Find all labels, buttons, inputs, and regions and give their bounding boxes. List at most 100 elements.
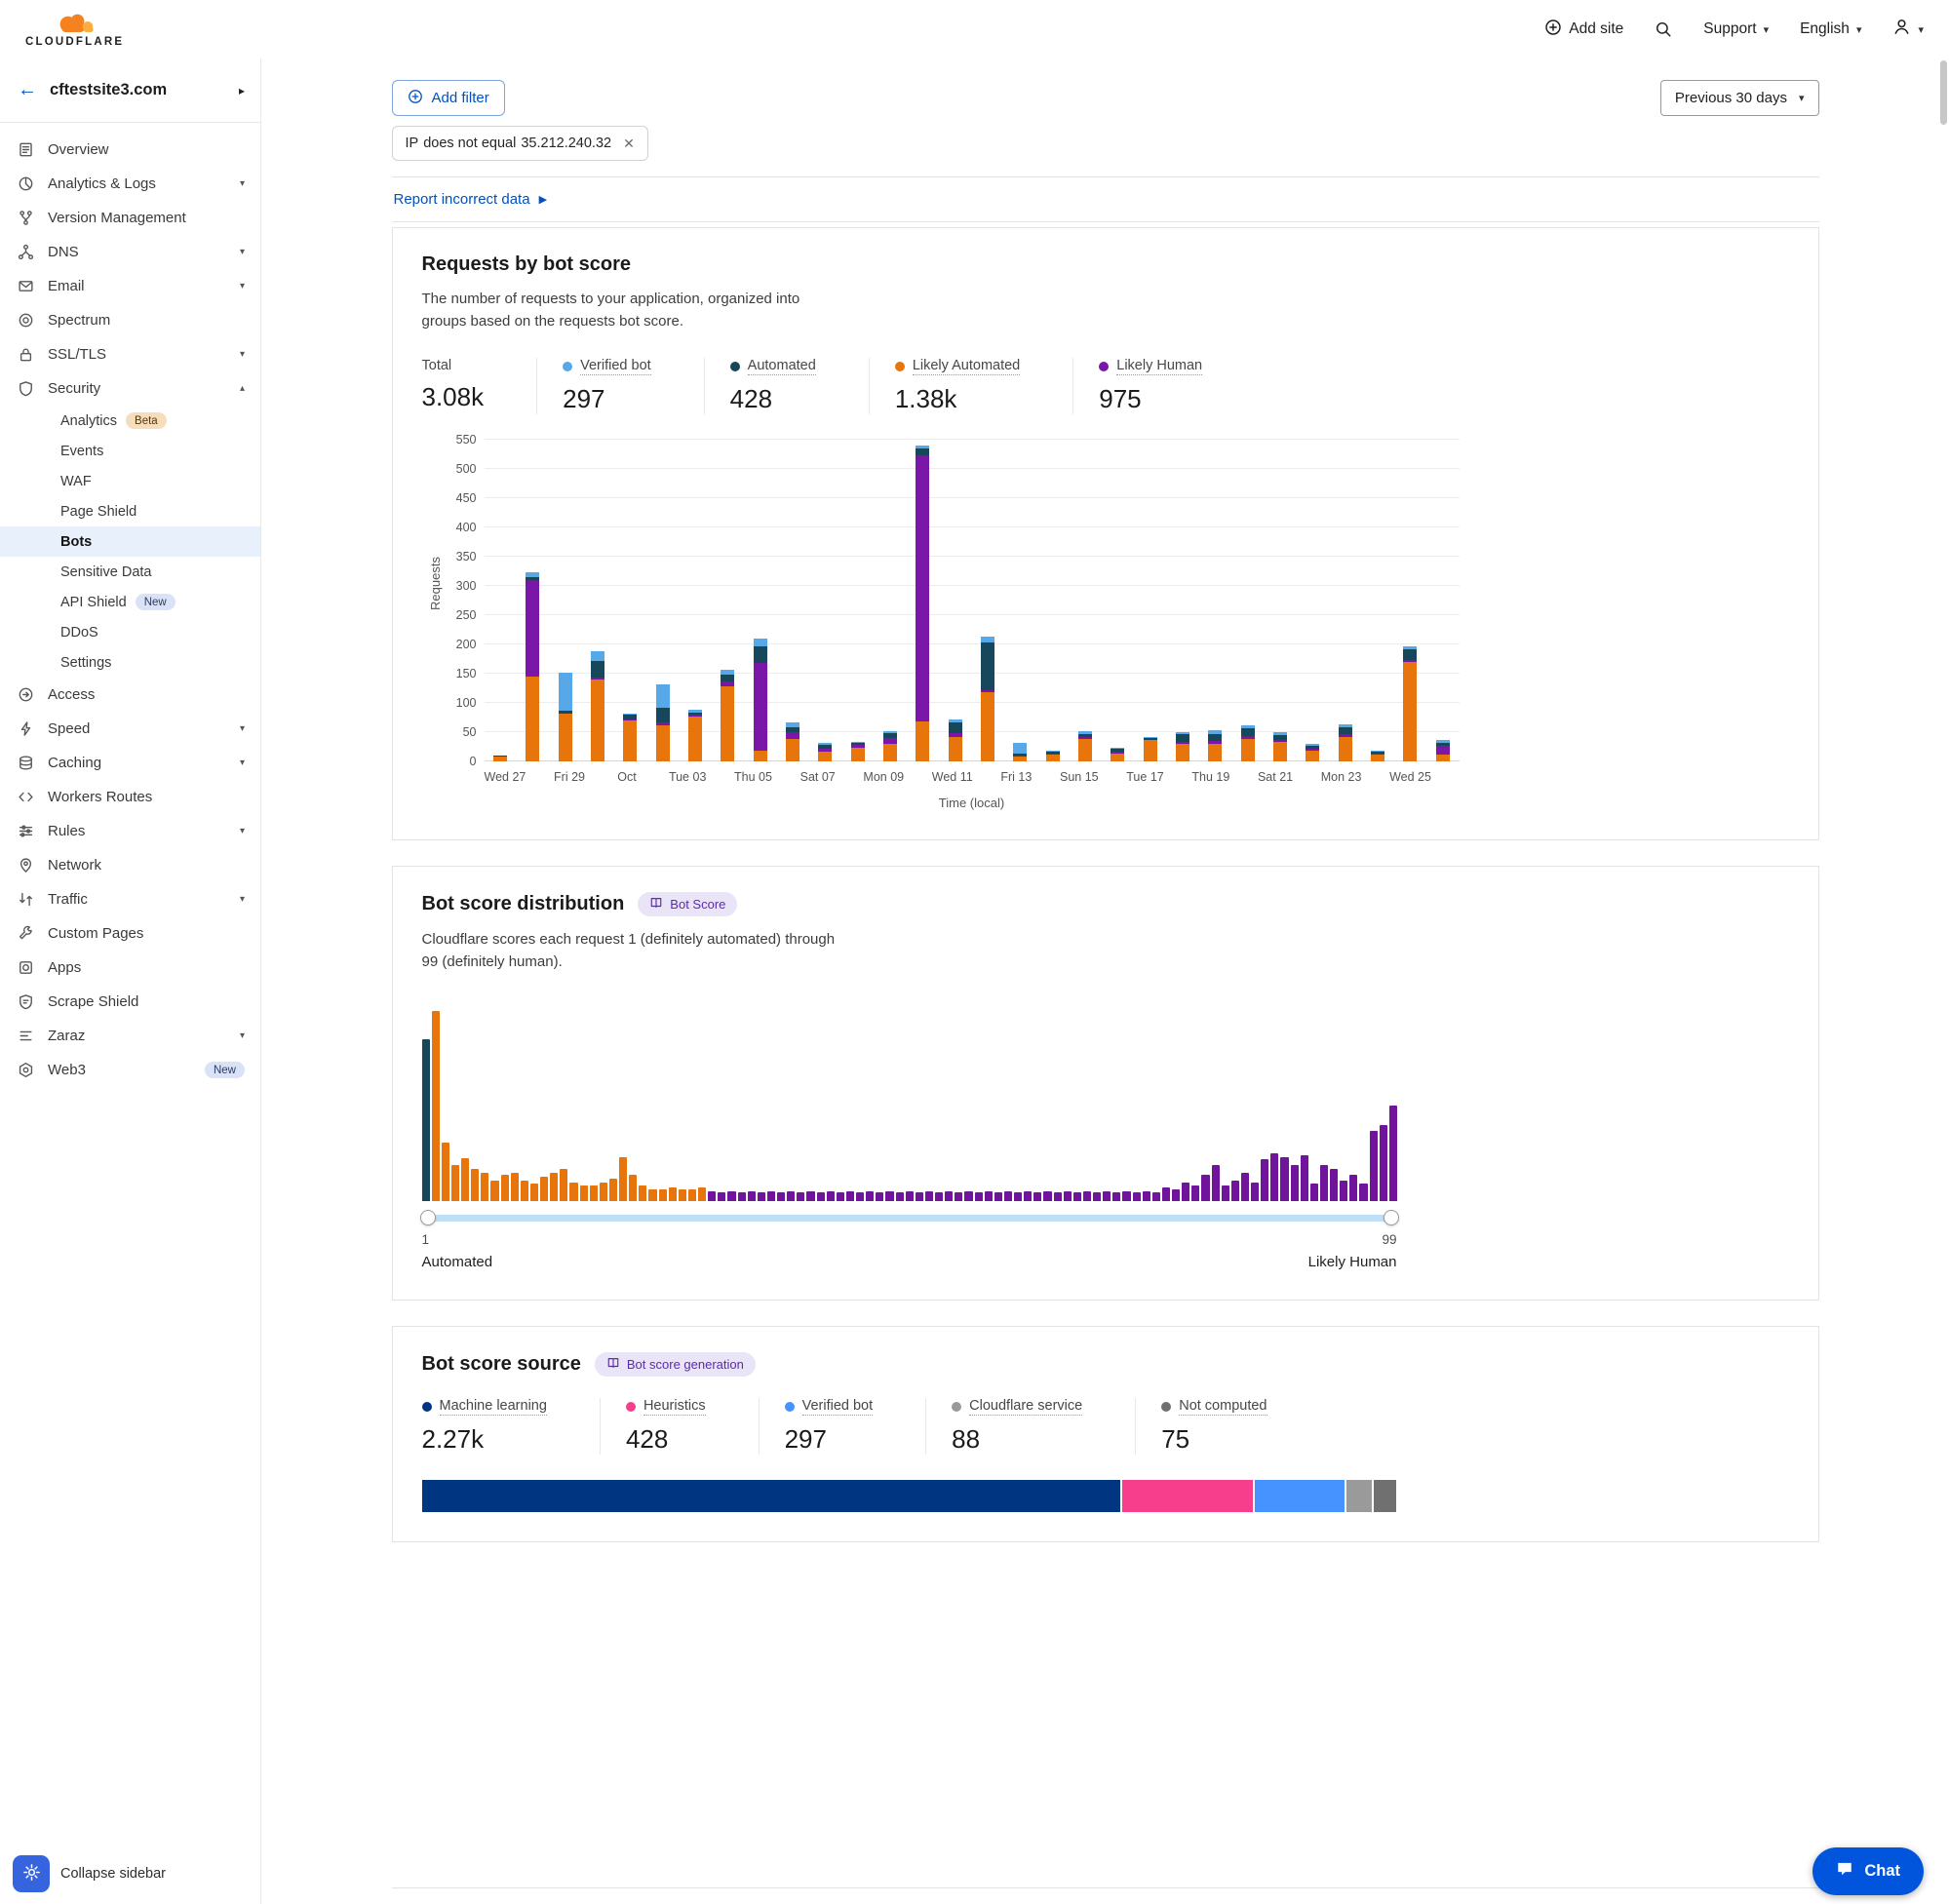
histogram-bar[interactable] — [501, 1175, 509, 1201]
chart-bar[interactable] — [1134, 440, 1166, 761]
sidebar-item-sensitive-data[interactable]: Sensitive Data — [0, 557, 260, 587]
chart-bar[interactable] — [614, 440, 646, 761]
chart-bar[interactable] — [1394, 440, 1426, 761]
histogram-bar[interactable] — [669, 1187, 677, 1201]
chart-bar[interactable] — [1361, 440, 1393, 761]
bar-segment-likely-automated[interactable] — [1403, 662, 1417, 761]
sidebar-item-page-shield[interactable]: Page Shield — [0, 496, 260, 526]
histogram-bar[interactable] — [432, 1011, 440, 1201]
histogram-bar[interactable] — [1231, 1181, 1239, 1202]
chart-bar[interactable] — [1231, 440, 1264, 761]
stat-label[interactable]: Machine learning — [440, 1398, 547, 1416]
bar-segment-likely-automated[interactable] — [526, 677, 539, 761]
sidebar-item-scrape-shield[interactable]: Scrape Shield — [0, 985, 260, 1019]
chart-bar[interactable] — [517, 440, 549, 761]
histogram-bar[interactable] — [1310, 1184, 1318, 1201]
chart-bar[interactable] — [776, 440, 808, 761]
histogram-bar[interactable] — [718, 1192, 725, 1201]
histogram-bar[interactable] — [708, 1191, 716, 1201]
histogram-bar[interactable] — [1112, 1192, 1120, 1201]
histogram-bar[interactable] — [1370, 1131, 1378, 1201]
histogram-bar[interactable] — [521, 1181, 528, 1202]
filter-chip[interactable]: IP does not equal 35.212.240.32 ✕ — [392, 126, 648, 161]
sidebar-item-bots[interactable]: Bots — [0, 526, 260, 557]
histogram-bar[interactable] — [975, 1192, 983, 1201]
bar-segment-likely-automated[interactable] — [1241, 739, 1255, 761]
histogram-bar[interactable] — [1162, 1187, 1170, 1201]
bar-segment-likely-human[interactable] — [916, 455, 929, 721]
chart-bar[interactable] — [1264, 440, 1296, 761]
histogram-bar[interactable] — [1122, 1191, 1130, 1201]
search-icon[interactable] — [1655, 20, 1672, 38]
histogram-bar[interactable] — [906, 1191, 914, 1201]
bar-segment-likely-automated[interactable] — [1013, 757, 1027, 761]
bar-segment-likely-automated[interactable] — [623, 720, 637, 761]
chart-bar[interactable] — [1426, 440, 1459, 761]
histogram-bar[interactable] — [738, 1192, 746, 1201]
bar-segment-likely-automated[interactable] — [1111, 754, 1124, 761]
histogram-bar[interactable] — [758, 1192, 765, 1201]
bar-segment-likely-automated[interactable] — [1046, 755, 1060, 761]
chart-bar[interactable] — [549, 440, 581, 761]
stat-label[interactable]: Cloudflare service — [969, 1398, 1082, 1416]
sidebar-item-speed[interactable]: Speed▾ — [0, 712, 260, 746]
bot-score-generation-badge[interactable]: Bot score generation — [595, 1352, 756, 1377]
histogram-bar[interactable] — [935, 1192, 943, 1201]
chart-bar[interactable] — [874, 440, 906, 761]
sidebar-item-dns[interactable]: DNS▾ — [0, 235, 260, 269]
bar-segment-likely-automated[interactable] — [559, 714, 572, 761]
language-menu[interactable]: English ▾ — [1800, 20, 1861, 38]
histogram-bar[interactable] — [422, 1039, 430, 1201]
histogram-bar[interactable] — [1172, 1189, 1180, 1201]
histogram-bar[interactable] — [1024, 1191, 1032, 1201]
bar-segment-likely-automated[interactable] — [721, 686, 734, 761]
bar-segment-likely-automated[interactable] — [1273, 742, 1287, 761]
histogram-bar[interactable] — [1389, 1106, 1397, 1201]
chart-bar[interactable] — [1069, 440, 1101, 761]
source-segment-heuristics[interactable] — [1122, 1480, 1255, 1512]
chart-bar[interactable] — [809, 440, 841, 761]
collapse-sidebar[interactable]: Collapse sidebar — [60, 1866, 166, 1882]
histogram-bar[interactable] — [580, 1185, 588, 1201]
histogram-bar[interactable] — [659, 1189, 667, 1201]
histogram-bar[interactable] — [1182, 1183, 1189, 1202]
chat-button[interactable]: Chat — [1813, 1847, 1924, 1895]
bar-segment-automated[interactable] — [949, 722, 962, 733]
histogram-bar[interactable] — [837, 1192, 844, 1201]
back-arrow-icon[interactable]: ← — [18, 79, 37, 101]
bar-segment-automated[interactable] — [1241, 728, 1255, 735]
histogram-bar[interactable] — [1152, 1192, 1160, 1201]
histogram-bar[interactable] — [1014, 1192, 1022, 1201]
histogram-bar[interactable] — [846, 1191, 854, 1201]
bar-segment-likely-automated[interactable] — [1208, 744, 1222, 761]
histogram-bar[interactable] — [876, 1192, 883, 1201]
sidebar-item-security[interactable]: Security▴ — [0, 371, 260, 406]
stat-label[interactable]: Likely Human — [1116, 358, 1202, 375]
histogram-bar[interactable] — [1201, 1175, 1209, 1201]
chart-bar[interactable] — [581, 440, 613, 761]
histogram-bar[interactable] — [1251, 1183, 1259, 1202]
histogram-bar[interactable] — [748, 1191, 756, 1201]
histogram-bar[interactable] — [797, 1192, 804, 1201]
bar-segment-automated[interactable] — [754, 646, 767, 663]
sidebar-item-web3[interactable]: Web3New — [0, 1053, 260, 1087]
bar-segment-likely-automated[interactable] — [493, 757, 507, 761]
sidebar-item-rules[interactable]: Rules▾ — [0, 814, 260, 848]
bar-segment-likely-automated[interactable] — [883, 744, 897, 761]
histogram-bar[interactable] — [925, 1191, 933, 1201]
bar-segment-likely-automated[interactable] — [916, 721, 929, 761]
chart-bar[interactable] — [971, 440, 1003, 761]
bar-segment-likely-human[interactable] — [1436, 746, 1450, 754]
date-range-select[interactable]: Previous 30 days ▾ — [1660, 80, 1819, 116]
sidebar-item-api-shield[interactable]: API ShieldNew — [0, 587, 260, 617]
bar-segment-likely-automated[interactable] — [786, 739, 799, 761]
histogram-bar[interactable] — [1064, 1191, 1072, 1201]
chart-bar[interactable] — [907, 440, 939, 761]
histogram-bar[interactable] — [1261, 1159, 1268, 1201]
histogram-bar[interactable] — [600, 1183, 607, 1202]
bar-segment-verified-bot[interactable] — [559, 673, 572, 712]
bar-segment-likely-human[interactable] — [786, 732, 799, 739]
histogram-bar[interactable] — [964, 1191, 972, 1201]
histogram-bar[interactable] — [827, 1191, 835, 1201]
histogram-bar[interactable] — [1212, 1165, 1220, 1201]
